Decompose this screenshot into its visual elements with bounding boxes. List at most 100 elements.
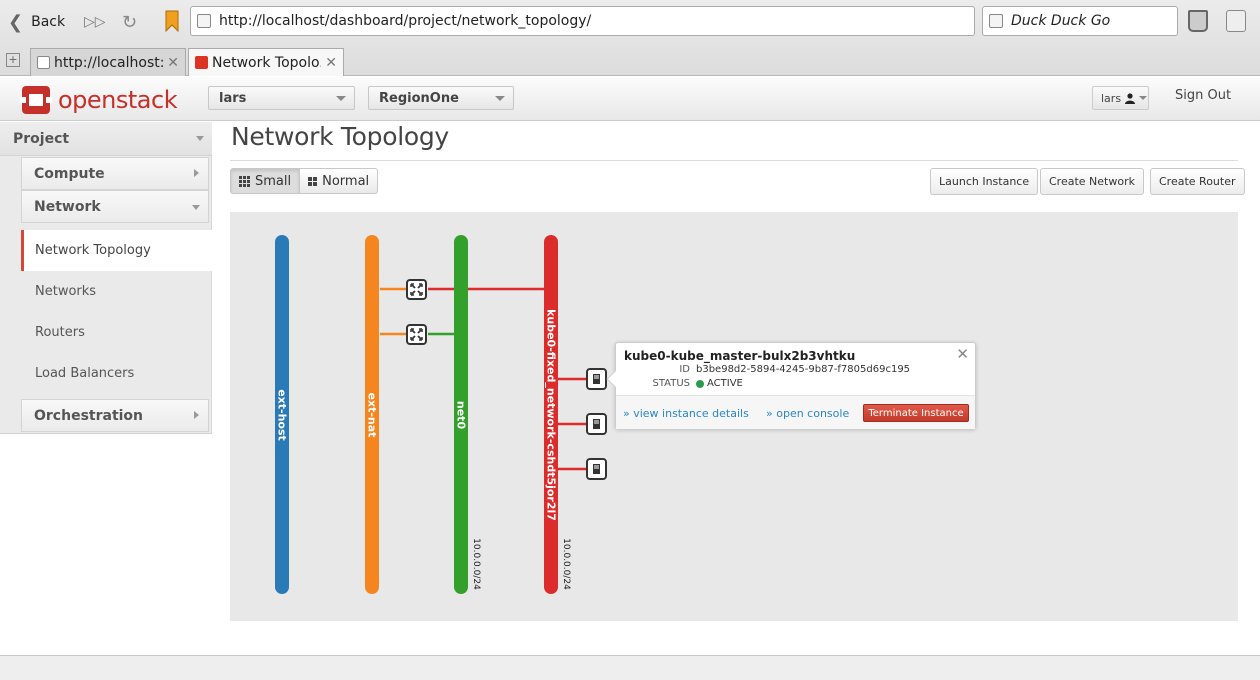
- status-dot-icon: [696, 380, 704, 388]
- create-network-button[interactable]: Create Network: [1040, 168, 1144, 195]
- reload-icon[interactable]: ↻: [122, 8, 137, 36]
- logo-text: openstack: [58, 86, 178, 114]
- region-select[interactable]: RegionOne: [368, 86, 514, 110]
- forward-icon[interactable]: ▷▷: [84, 8, 106, 36]
- chevron-right-icon: [194, 411, 199, 419]
- network-cidr: 10.0.0.0/24: [561, 538, 571, 590]
- sign-out-link[interactable]: Sign Out: [1175, 88, 1231, 103]
- tab-label: http://localhost:...: [54, 54, 163, 71]
- sidebar-item-routers[interactable]: Routers: [21, 312, 212, 353]
- panel-label: Network: [34, 198, 101, 215]
- project-select[interactable]: lars: [208, 86, 355, 110]
- chevron-down-icon: [192, 205, 200, 210]
- network-label: ext-nat: [366, 393, 379, 438]
- sidebar-item-load-balancers[interactable]: Load Balancers: [21, 353, 212, 394]
- instance-icon[interactable]: [586, 413, 607, 435]
- instance-icon[interactable]: [586, 368, 607, 390]
- chevron-down-icon: [336, 96, 346, 101]
- user-icon: [1125, 92, 1136, 104]
- status-bar: [0, 655, 1260, 680]
- close-icon[interactable]: ✕: [325, 55, 337, 71]
- divider: [230, 160, 1238, 161]
- small-grid-icon: [239, 175, 250, 187]
- id-label: ID: [679, 364, 690, 375]
- sidebar-item-label: Load Balancers: [35, 366, 135, 381]
- tools-icon[interactable]: [1226, 10, 1246, 32]
- dashboard-label: Project: [13, 130, 70, 147]
- panel-label: Orchestration: [34, 407, 144, 424]
- trash-icon[interactable]: [1188, 10, 1208, 32]
- close-icon[interactable]: ✕: [167, 55, 179, 71]
- view-toggle: Small Normal: [230, 168, 379, 194]
- balloon-footer: » view instance details » open console T…: [616, 395, 975, 429]
- toggle-normal-button[interactable]: Normal: [300, 168, 379, 194]
- network-label: net0: [455, 401, 468, 430]
- sidebar-item-networks[interactable]: Networks: [21, 271, 212, 312]
- panel-label: Compute: [34, 165, 105, 182]
- search-engine-icon: [989, 14, 1003, 28]
- tab-network-topology[interactable]: Network Topolo... ✕: [188, 48, 344, 76]
- terminate-instance-button[interactable]: Terminate Instance: [863, 404, 969, 422]
- app-header: openstack lars RegionOne lars Sign Out: [0, 77, 1260, 121]
- back-label: Back: [31, 14, 66, 30]
- panel-network[interactable]: Network: [21, 190, 209, 223]
- launch-instance-button[interactable]: Launch Instance: [930, 168, 1039, 195]
- chevron-right-icon: [194, 169, 199, 177]
- router-icon[interactable]: [406, 279, 427, 300]
- router-icon[interactable]: [406, 324, 427, 345]
- status-value: ACTIVE: [707, 378, 743, 389]
- toggle-label: Normal: [322, 173, 370, 189]
- browser-chrome: ❮ Back ▷▷ ↻ http://localhost/dashboard/p…: [0, 0, 1260, 76]
- instance-icon[interactable]: [586, 458, 607, 480]
- back-button[interactable]: ❮ Back: [8, 8, 65, 36]
- panel-compute[interactable]: Compute: [21, 157, 209, 190]
- chevron-down-icon: [196, 136, 204, 141]
- instance-id: b3be98d2-5894-4245-9b87-f7805d69c195: [696, 364, 911, 375]
- sidebar-item-network-topology[interactable]: Network Topology: [21, 230, 212, 271]
- sidebar-item-label: Routers: [35, 325, 85, 340]
- close-icon[interactable]: ✕: [956, 345, 969, 363]
- sidebar-item-label: Network Topology: [35, 243, 151, 258]
- toggle-small-button[interactable]: Small: [230, 168, 301, 194]
- create-router-button[interactable]: Create Router: [1150, 168, 1245, 195]
- chevron-down-icon: [1139, 96, 1148, 100]
- back-arrow-icon: ❮: [8, 11, 24, 33]
- search-input[interactable]: Duck Duck Go: [982, 6, 1178, 36]
- url-bar[interactable]: http://localhost/dashboard/project/netwo…: [190, 6, 975, 36]
- openstack-favicon-icon: [195, 56, 208, 69]
- status-label: STATUS: [652, 378, 690, 389]
- sidebar: Project Compute Network Network Topology…: [0, 122, 212, 434]
- network-cidr: 10.0.0.0/24: [471, 538, 481, 590]
- network-nav: Network Topology Networks Routers Load B…: [21, 230, 212, 394]
- openstack-logo-icon: [20, 86, 52, 114]
- tab-bar: + http://localhost:... ✕ Network Topolo.…: [0, 44, 1260, 76]
- open-console-link[interactable]: » open console: [766, 407, 849, 420]
- project-select-value: lars: [219, 90, 247, 106]
- page-title: Network Topology: [231, 122, 449, 151]
- chevron-down-icon: [495, 96, 505, 101]
- panel-orchestration[interactable]: Orchestration: [21, 399, 209, 432]
- region-select-value: RegionOne: [379, 90, 459, 106]
- tab-localhost[interactable]: http://localhost:... ✕: [30, 48, 186, 76]
- page-icon: [197, 14, 211, 28]
- network-label: kube0-fixed_network-cshdt5jor2l7: [545, 309, 558, 521]
- page-icon: [37, 56, 50, 69]
- new-tab-icon[interactable]: +: [6, 53, 20, 67]
- network-label: ext-host: [276, 389, 289, 441]
- instance-balloon: kube0-kube_master-bulx2b3vhtku ✕ ID b3be…: [606, 342, 976, 429]
- search-engine-label: Duck Duck Go: [1011, 13, 1111, 29]
- toggle-label: Small: [255, 173, 292, 189]
- dashboard-project[interactable]: Project: [0, 122, 212, 156]
- sidebar-item-label: Networks: [35, 284, 97, 299]
- url-text: http://localhost/dashboard/project/netwo…: [219, 13, 592, 29]
- instance-status-row: STATUS ACTIVE: [616, 378, 743, 389]
- instance-id-row: ID b3be98d2-5894-4245-9b87-f7805d69c195: [616, 364, 910, 375]
- user-menu[interactable]: lars: [1092, 86, 1149, 110]
- bookmark-icon[interactable]: [164, 10, 180, 32]
- user-name: lars: [1101, 91, 1122, 105]
- tab-label: Network Topolo...: [212, 54, 322, 71]
- instance-name: kube0-kube_master-bulx2b3vhtku: [624, 349, 856, 363]
- openstack-logo[interactable]: openstack: [20, 84, 178, 116]
- view-instance-details-link[interactable]: » view instance details: [623, 407, 749, 420]
- normal-grid-icon: [308, 176, 318, 186]
